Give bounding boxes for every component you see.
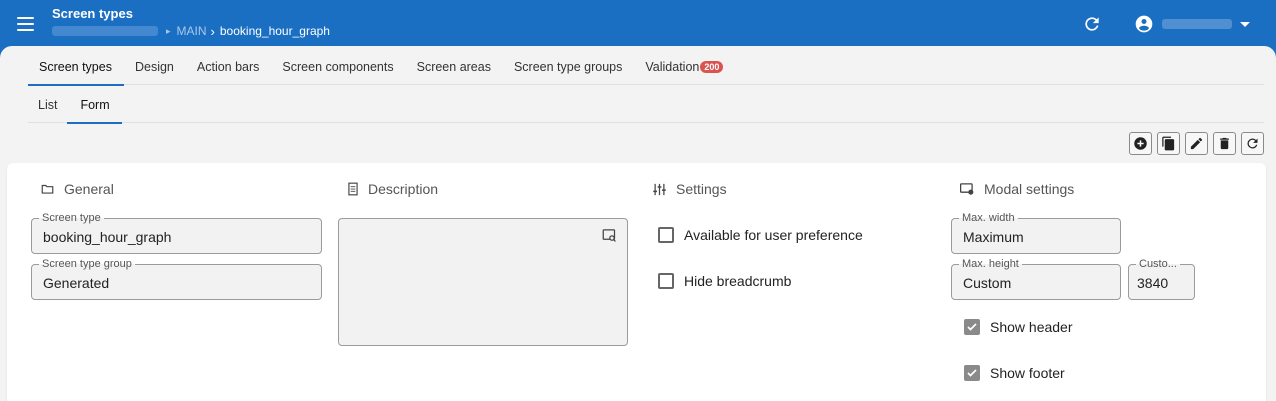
menu-icon[interactable]: [14, 12, 38, 36]
secondary-tabs: List Form: [28, 85, 1264, 124]
screen-type-group-field[interactable]: Screen type group Generated: [31, 258, 322, 300]
custom-height-field[interactable]: Custo... 3840: [1128, 258, 1195, 300]
account-circle-icon: [1135, 15, 1153, 33]
refresh-icon[interactable]: [1082, 14, 1102, 34]
checkbox-box: [964, 319, 980, 335]
tab-label: Action bars: [196, 60, 260, 74]
tab-label: List: [38, 98, 58, 112]
show-header-checkbox[interactable]: Show header: [964, 319, 1073, 335]
field-label: Custo...: [1136, 258, 1180, 270]
copy-icon[interactable]: [1157, 132, 1180, 155]
section-title: Modal settings: [984, 181, 1075, 197]
field-value: Generated: [43, 275, 110, 291]
tab-screen-areas[interactable]: Screen areas: [406, 46, 503, 85]
breadcrumb-current: booking_hour_graph: [219, 24, 330, 38]
hide-breadcrumb-checkbox[interactable]: Hide breadcrumb: [658, 273, 791, 289]
checkbox-label: Hide breadcrumb: [684, 273, 792, 289]
settings-heading: Settings: [652, 181, 727, 197]
primary-tabs: Screen types Design Action bars Screen c…: [28, 46, 1264, 86]
field-value: booking_hour_graph: [43, 229, 172, 245]
section-title: General: [64, 181, 114, 197]
modal-window-icon: [960, 183, 974, 195]
check-icon: [967, 369, 977, 377]
max-height-field[interactable]: Max. height Custom: [951, 258, 1121, 300]
tab-action-bars[interactable]: Action bars: [186, 46, 272, 85]
field-label: Max. height: [959, 258, 1022, 270]
general-heading: General: [40, 181, 114, 197]
field-label: Max. width: [959, 212, 1018, 224]
document-icon: [348, 182, 358, 196]
modal-settings-heading: Modal settings: [959, 181, 1074, 197]
tab-label: Screen type groups: [513, 60, 623, 74]
tab-form[interactable]: Form: [67, 85, 122, 124]
folder-icon: [41, 184, 54, 194]
tab-screen-components[interactable]: Screen components: [271, 46, 405, 85]
main-panel: Screen types Design Action bars Screen c…: [0, 46, 1276, 401]
checkbox-box: [658, 227, 674, 243]
breadcrumb: ▸ MAIN › booking_hour_graph: [52, 23, 330, 39]
show-footer-checkbox[interactable]: Show footer: [964, 365, 1065, 381]
chevron-down-icon: [1240, 21, 1250, 27]
user-menu[interactable]: [1134, 12, 1250, 36]
app-header: Screen types ▸ MAIN › booking_hour_graph: [0, 0, 1276, 48]
chevron-right-icon: ›: [210, 23, 215, 39]
checkbox-box: [658, 273, 674, 289]
section-title: Description: [368, 181, 439, 197]
tab-design[interactable]: Design: [124, 46, 186, 85]
field-label: Screen type: [39, 212, 104, 224]
checkbox-label: Available for user preference: [684, 227, 863, 243]
tab-label: Screen components: [282, 60, 394, 74]
tab-screen-types[interactable]: Screen types: [28, 46, 124, 86]
tab-screen-type-groups[interactable]: Screen type groups: [503, 46, 634, 85]
edit-icon[interactable]: [1185, 132, 1208, 155]
user-name-redacted: [1162, 19, 1232, 29]
description-heading: Description: [347, 181, 438, 197]
form-card: General Screen type booking_hour_graph S…: [7, 163, 1266, 401]
add-circle-icon[interactable]: [1129, 132, 1152, 155]
tab-label: Form: [80, 98, 110, 112]
checkbox-box: [964, 365, 980, 381]
tab-label: Design: [134, 60, 174, 74]
field-value: Maximum: [963, 229, 1024, 245]
max-width-field[interactable]: Max. width Maximum: [951, 212, 1121, 254]
delete-icon[interactable]: [1213, 132, 1236, 155]
validation-count-badge: 200: [700, 61, 724, 73]
checkbox-label: Show footer: [990, 365, 1065, 381]
refresh-icon[interactable]: [1241, 132, 1264, 155]
tab-validation[interactable]: Validation 200: [634, 46, 735, 85]
action-toolbar: [1129, 132, 1264, 155]
breadcrumb-main[interactable]: MAIN: [177, 24, 207, 38]
field-value: Custom: [963, 275, 1012, 291]
checkbox-label: Show header: [990, 319, 1073, 335]
field-value: 3840: [1137, 275, 1169, 291]
description-textarea[interactable]: [338, 218, 628, 346]
tune-icon: [653, 183, 666, 195]
tab-label: Screen areas: [416, 60, 491, 74]
tab-list[interactable]: List: [28, 85, 67, 123]
tab-label: Screen types: [39, 60, 112, 74]
available-for-user-preference-checkbox[interactable]: Available for user preference: [658, 227, 863, 243]
preview-search-icon[interactable]: [602, 228, 617, 243]
screen-type-field[interactable]: Screen type booking_hour_graph: [31, 212, 322, 254]
field-label: Screen type group: [39, 258, 135, 270]
check-icon: [967, 323, 977, 331]
section-title: Settings: [676, 181, 727, 197]
tab-label: Validation: [645, 60, 700, 74]
breadcrumb-separator-icon: ▸: [166, 25, 171, 36]
breadcrumb-root-redacted[interactable]: [52, 26, 158, 36]
page-title: Screen types: [52, 6, 133, 21]
